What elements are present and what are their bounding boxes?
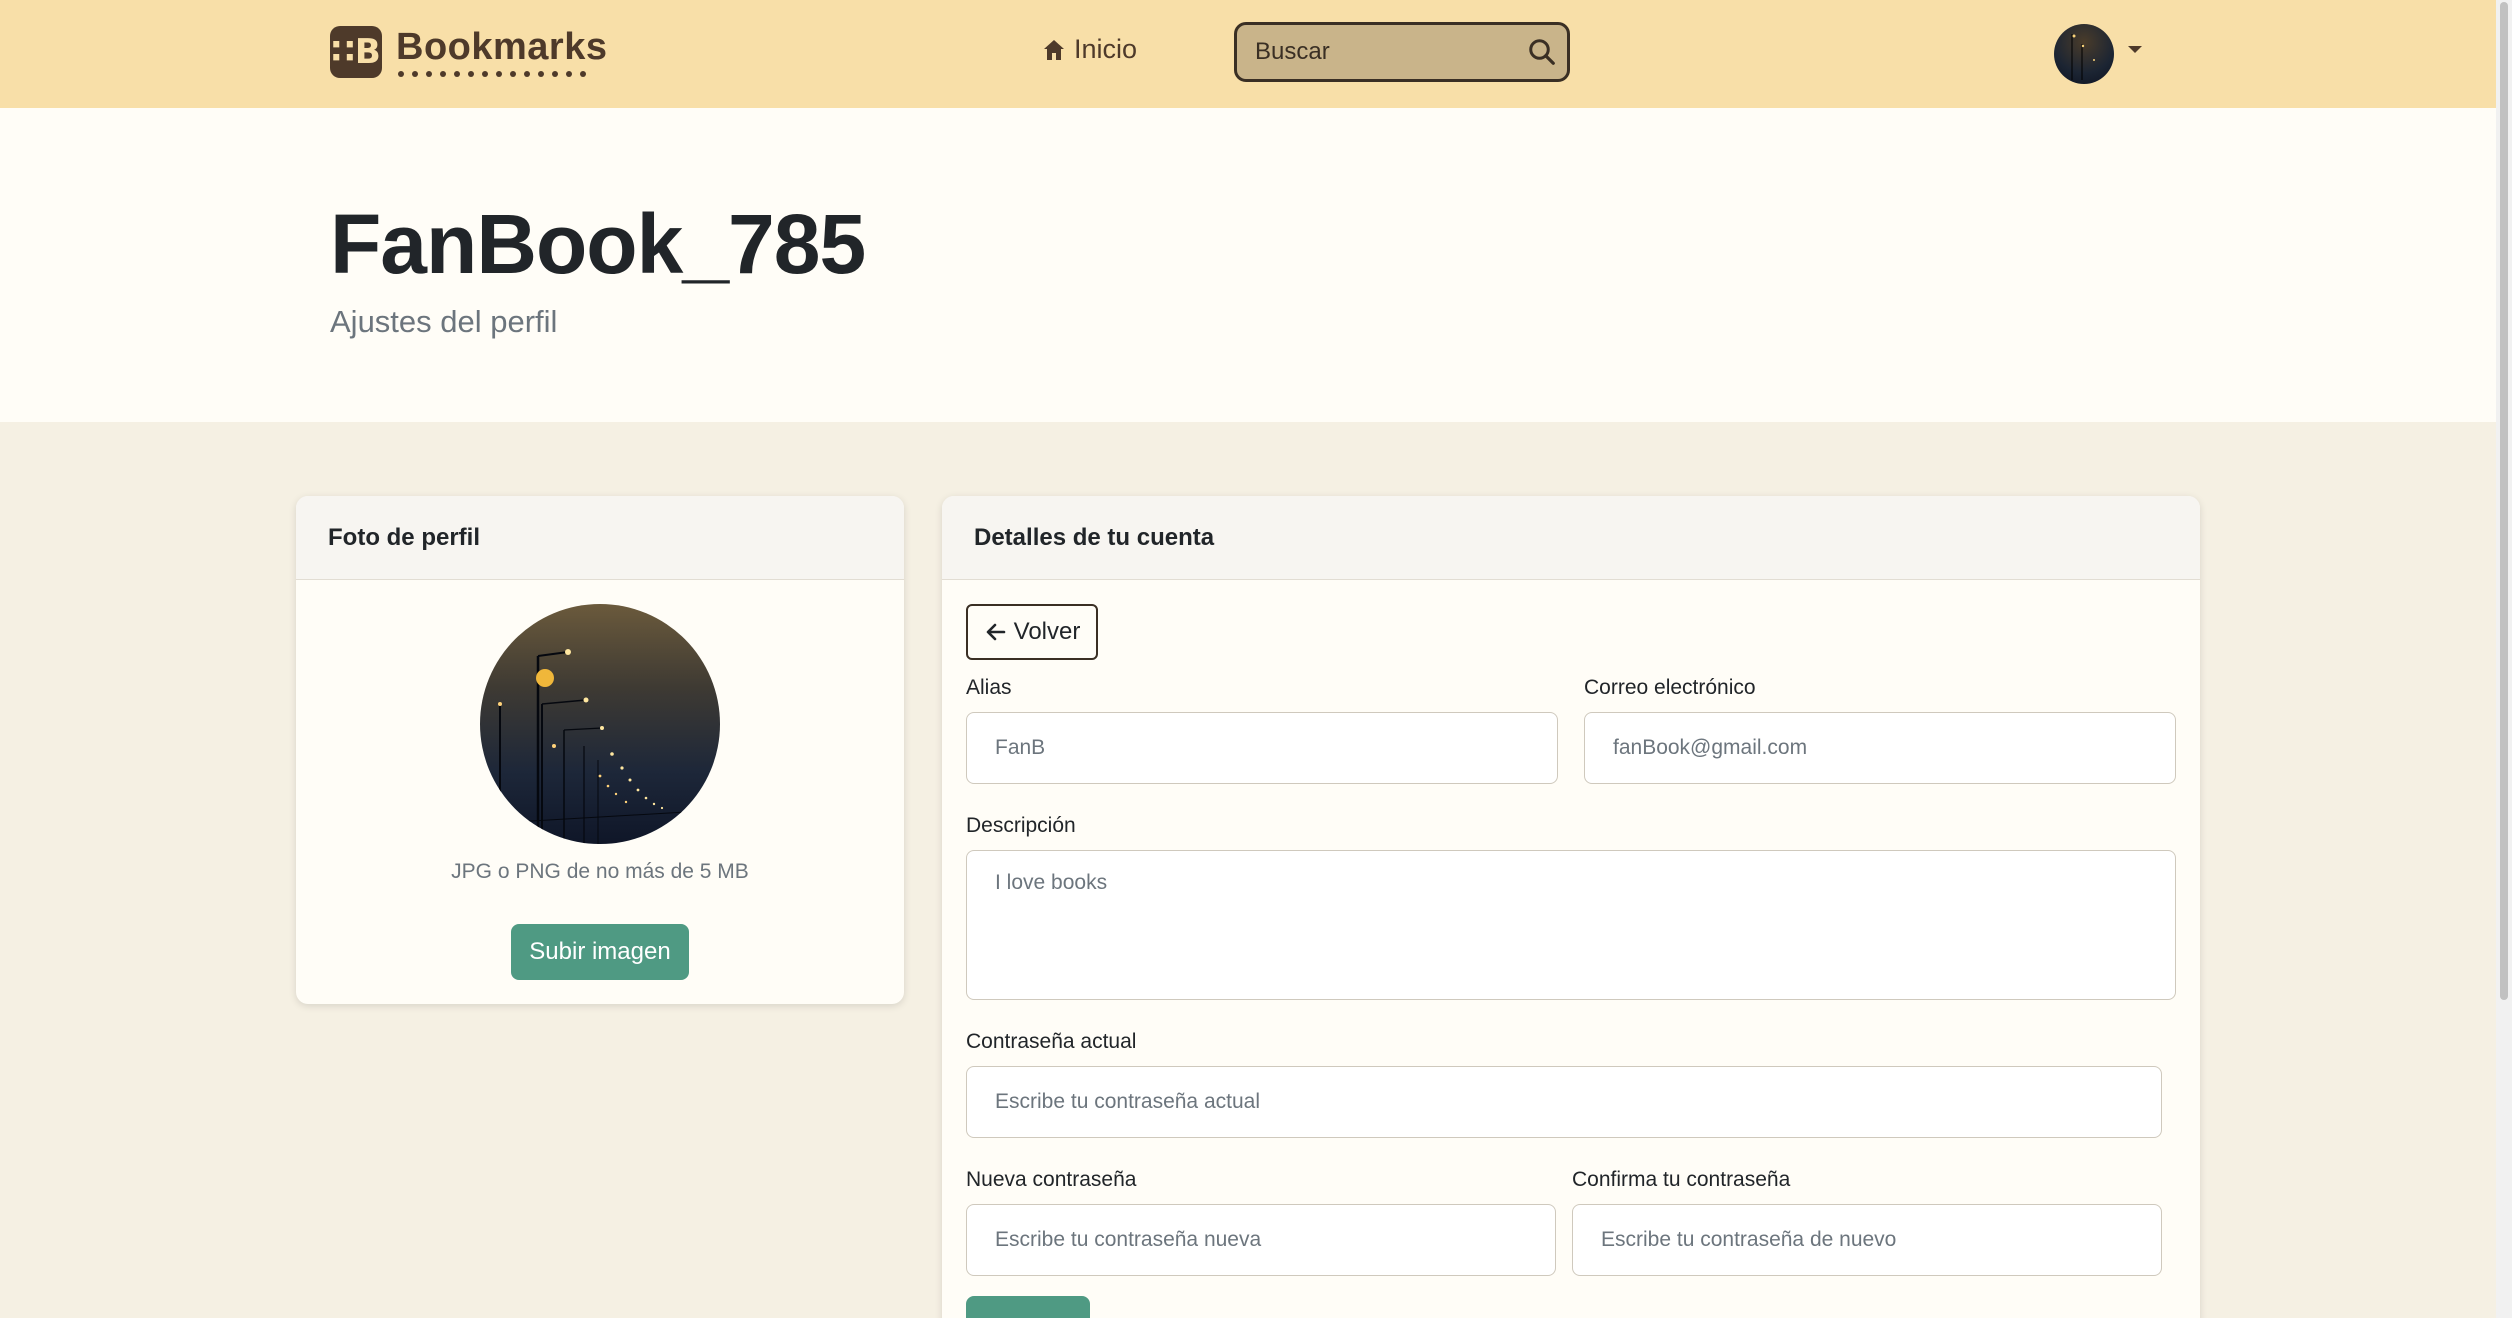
new-password-input[interactable] bbox=[966, 1204, 1556, 1276]
upload-image-button[interactable]: Subir imagen bbox=[511, 924, 689, 980]
bookmarks-logo-icon: ∷B bbox=[330, 26, 382, 78]
email-input[interactable] bbox=[1584, 712, 2176, 784]
avatar-photo-icon bbox=[2071, 34, 2095, 80]
chevron-down-icon[interactable] bbox=[2128, 46, 2142, 53]
nav-home-label: Inicio bbox=[1074, 34, 1138, 64]
alias-input[interactable] bbox=[966, 712, 1558, 784]
email-label: Correo electrónico bbox=[1584, 676, 1756, 699]
profile-photo-card: Foto de perfil JPG o PNG de no más de 5 … bbox=[296, 496, 904, 1004]
search-input[interactable] bbox=[1255, 33, 1515, 71]
current-password-label: Contraseña actual bbox=[966, 1030, 1137, 1053]
home-icon bbox=[1044, 39, 1064, 60]
navbar: ∷B Bookmarks Inicio bbox=[0, 0, 2496, 108]
brand-dots-decoration bbox=[396, 71, 607, 77]
confirm-password-input[interactable] bbox=[1572, 1204, 2162, 1276]
search-icon[interactable] bbox=[1527, 37, 1557, 67]
confirm-password-label: Confirma tu contraseña bbox=[1572, 1168, 1791, 1191]
streetlights-image-icon bbox=[480, 649, 720, 844]
user-avatar[interactable] bbox=[2054, 24, 2114, 84]
profile-picture bbox=[480, 604, 720, 844]
save-changes-button[interactable] bbox=[966, 1296, 1090, 1318]
current-password-input[interactable] bbox=[966, 1066, 2162, 1138]
description-textarea[interactable] bbox=[966, 850, 2176, 1000]
search-box bbox=[1234, 22, 1570, 82]
brand-name: Bookmarks bbox=[396, 26, 608, 68]
page-scrollbar[interactable] bbox=[2496, 0, 2512, 1318]
profile-photo-card-title: Foto de perfil bbox=[296, 496, 904, 580]
back-button[interactable]: Volver bbox=[966, 604, 1098, 660]
scrollbar-thumb[interactable] bbox=[2500, 2, 2508, 1000]
account-details-card: Detalles de tu cuenta Volver Alias Corre… bbox=[942, 496, 2200, 1318]
page-subtitle: Ajustes del perfil bbox=[330, 304, 558, 339]
alias-label: Alias bbox=[966, 676, 1012, 699]
brand-link[interactable]: ∷B Bookmarks bbox=[330, 26, 607, 78]
new-password-label: Nueva contraseña bbox=[966, 1168, 1137, 1191]
back-button-label: Volver bbox=[1013, 618, 1081, 645]
page-header: FanBook_785 Ajustes del perfil bbox=[0, 108, 2496, 422]
photo-format-hint: JPG o PNG de no más de 5 MB bbox=[451, 860, 749, 883]
arrow-left-icon bbox=[986, 623, 1005, 641]
description-label: Descripción bbox=[966, 814, 1076, 837]
nav-home-link[interactable]: Inicio bbox=[1042, 34, 1137, 65]
page-title: FanBook_785 bbox=[330, 197, 866, 291]
account-details-card-title: Detalles de tu cuenta bbox=[942, 496, 2200, 580]
